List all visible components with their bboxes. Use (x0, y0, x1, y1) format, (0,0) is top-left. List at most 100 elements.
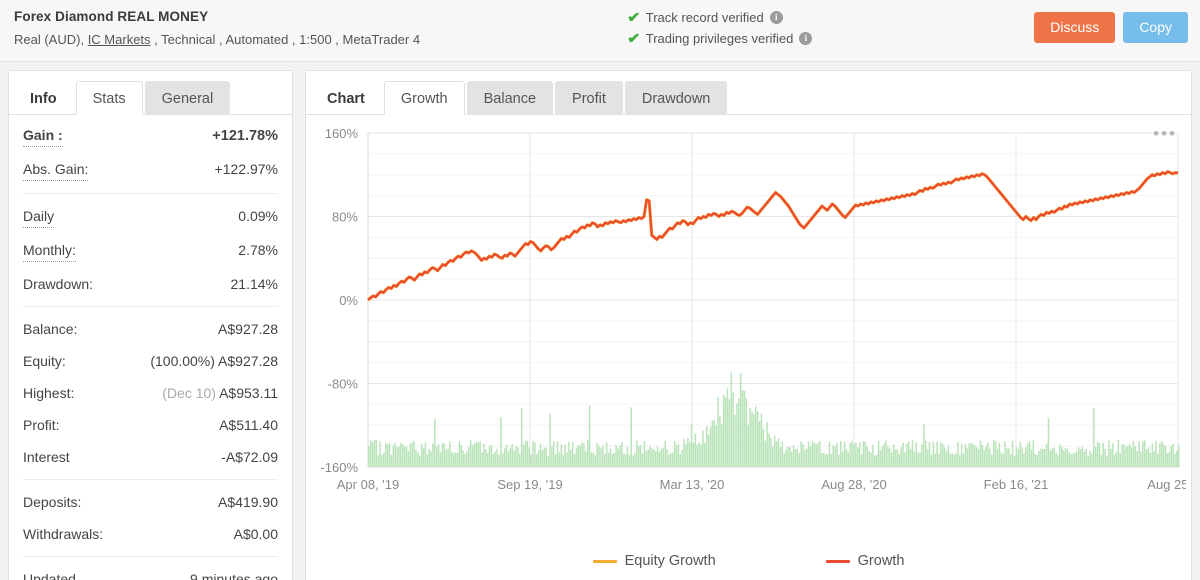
account-header: Forex Diamond REAL MONEY Real (AUD), IC … (0, 0, 1200, 62)
legend-swatch (592, 559, 617, 563)
check-icon: ✔ (627, 30, 641, 46)
legend-item-equity-growth[interactable]: Equity Growth (592, 553, 716, 569)
tab-info[interactable]: Info (13, 81, 74, 115)
tab-profit[interactable]: Profit (555, 81, 623, 115)
stat-value: +121.78% (212, 128, 278, 144)
stat-row-withdrawals: Withdrawals: A$0.00 (23, 518, 278, 550)
divider (23, 193, 278, 194)
tab-balance[interactable]: Balance (466, 81, 554, 115)
stat-label[interactable]: Monthly: (23, 240, 76, 262)
svg-text:Aug 25, …: Aug 25, … (1147, 477, 1186, 492)
stat-label: Highest: (23, 385, 75, 401)
svg-text:Feb 16, '21: Feb 16, '21 (984, 477, 1049, 492)
account-subtitle: Real (AUD), IC Markets , Technical , Aut… (14, 31, 1188, 48)
stat-label: Equity: (23, 353, 66, 369)
stat-row-highest: Highest: (Dec 10) A$953.11 (23, 377, 278, 409)
stat-value: 21.14% (230, 276, 278, 292)
svg-text:Mar 13, '20: Mar 13, '20 (660, 477, 725, 492)
stat-label: Deposits: (23, 494, 82, 510)
content-area: Info Stats General Gain : +121.78% Abs. … (0, 62, 1200, 580)
stat-value-prefix: (100.00%) (150, 353, 215, 369)
stat-row-interest: Interest -A$72.09 (23, 441, 278, 473)
stat-row-deposits: Deposits: A$419.90 (23, 486, 278, 518)
stat-value-amount: A$953.11 (219, 385, 278, 401)
sidebar-tabbar: Info Stats General (9, 71, 292, 115)
options-menu-icon[interactable]: ••• (1153, 125, 1177, 142)
svg-text:160%: 160% (325, 126, 359, 141)
legend-item-growth[interactable]: Growth (825, 553, 905, 569)
stat-label[interactable]: Abs. Gain: (23, 159, 89, 181)
stat-value: A$927.28 (218, 321, 278, 337)
growth-chart-svg: 160% 80% 0% -80% -160% Apr 08, '19 Sep 19, '19… (320, 126, 1186, 492)
verification-label: Track record verified (645, 10, 764, 25)
stat-value-prefix: (Dec 10) (162, 385, 216, 401)
svg-text:0%: 0% (339, 293, 358, 308)
account-type: Real (AUD), (14, 32, 88, 47)
stat-label: Balance: (23, 321, 78, 337)
header-actions: Discuss Copy (1034, 12, 1188, 43)
stat-value: 0.09% (238, 208, 278, 224)
info-icon[interactable]: i (769, 11, 783, 24)
svg-text:80%: 80% (332, 210, 358, 225)
discuss-button[interactable]: Discuss (1034, 12, 1116, 43)
growth-chart: ••• 160% 80% 0% -80% -160% Apr 08, '19 Sep 19,… (306, 115, 1191, 580)
stat-value: A$511.40 (219, 417, 278, 433)
stat-label: Profit: (23, 417, 60, 433)
stat-row-profit: Profit: A$511.40 (23, 409, 278, 441)
svg-text:-160%: -160% (320, 460, 358, 475)
stat-value-amount: A$927.28 (218, 353, 278, 369)
divider (23, 306, 278, 307)
tab-chart[interactable]: Chart (310, 81, 382, 115)
stat-row-gain: Gain : +121.78% (23, 119, 278, 153)
stat-value: (Dec 10) A$953.11 (162, 383, 278, 403)
chart-legend: Equity Growth Growth (306, 553, 1191, 569)
stat-label[interactable]: Daily (23, 206, 55, 228)
broker-link[interactable]: IC Markets (88, 32, 151, 47)
stat-value: 2.78% (238, 242, 278, 258)
stat-label: Withdrawals: (23, 526, 104, 542)
stat-label: Updated (23, 571, 76, 580)
verification-trading-privileges: ✔ Trading privileges verified i (627, 29, 813, 48)
tab-drawdown[interactable]: Drawdown (624, 81, 728, 115)
stat-row-drawdown: Drawdown: 21.14% (23, 268, 278, 300)
stat-row-updated: Updated 9 minutes ago (23, 563, 278, 580)
stats-list: Gain : +121.78% Abs. Gain: +122.97% Dail… (9, 115, 292, 580)
page-title: Forex Diamond REAL MONEY (14, 9, 209, 24)
stat-value: -A$72.09 (221, 449, 278, 465)
check-icon: ✔ (627, 9, 641, 25)
copy-button[interactable]: Copy (1123, 12, 1188, 43)
svg-text:Apr 08, '19: Apr 08, '19 (337, 477, 399, 492)
stat-row-equity: Equity: (100.00%) A$927.28 (23, 345, 278, 377)
svg-text:Aug 28, '20: Aug 28, '20 (821, 477, 886, 492)
tab-growth[interactable]: Growth (383, 81, 465, 115)
stat-label: Drawdown: (23, 276, 94, 292)
stat-row-balance: Balance: A$927.28 (23, 313, 278, 345)
stat-label: Interest (23, 449, 70, 465)
info-icon[interactable]: i (799, 32, 813, 45)
stat-value: 9 minutes ago (190, 571, 278, 580)
account-meta: , Technical , Automated , 1:500 , MetaTr… (150, 32, 421, 47)
stat-value: (100.00%) A$927.28 (150, 351, 278, 371)
stat-row-daily: Daily 0.09% (23, 200, 278, 234)
stat-value: A$419.90 (218, 494, 278, 510)
tab-general[interactable]: General (144, 81, 231, 115)
stat-label[interactable]: Gain : (23, 125, 63, 147)
svg-text:-80%: -80% (328, 377, 359, 392)
stats-sidebar: Info Stats General Gain : +121.78% Abs. … (8, 70, 293, 580)
svg-text:Sep 19, '19: Sep 19, '19 (497, 477, 562, 492)
stat-value: A$0.00 (233, 526, 278, 542)
chart-tabbar: Chart Growth Balance Profit Drawdown (306, 71, 1191, 115)
stat-row-abs-gain: Abs. Gain: +122.97% (23, 153, 278, 187)
verification-track-record: ✔ Track record verified i (627, 8, 812, 27)
legend-swatch (825, 559, 850, 563)
chart-panel: Chart Growth Balance Profit Drawdown •••… (305, 70, 1192, 580)
stat-row-monthly: Monthly: 2.78% (23, 234, 278, 268)
verification-label: Trading privileges verified (645, 31, 794, 46)
verification-badges: ✔ Track record verified i ✔ Trading priv… (627, 8, 813, 50)
divider (23, 479, 278, 480)
legend-label: Equity Growth (624, 553, 716, 569)
stat-value: +122.97% (214, 161, 278, 177)
legend-label: Growth (857, 553, 905, 569)
divider (23, 556, 278, 557)
tab-stats[interactable]: Stats (75, 81, 143, 115)
